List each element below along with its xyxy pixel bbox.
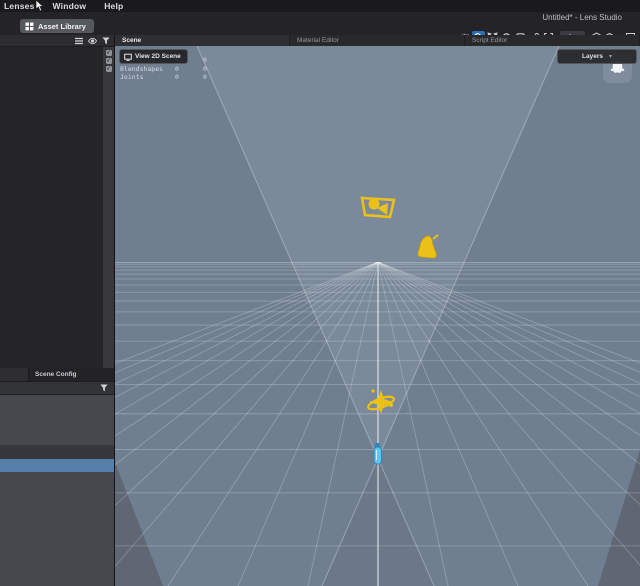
left-panel: ✓ ✓ ✓ Scene Config <box>0 35 115 586</box>
asset-library-label: Asset Library <box>38 21 86 31</box>
asset-library-button[interactable]: Asset Library <box>20 19 94 33</box>
screen-icon <box>124 53 132 61</box>
layers-dropdown[interactable]: Layers ▾ <box>557 49 637 64</box>
scene-viewport[interactable]: View 2D Scene Layers ▾ Triangles00 Blend… <box>115 46 640 586</box>
title-bar: Untitled* - Lens Studio Asset Library <box>0 12 640 44</box>
funnel-icon[interactable] <box>100 384 108 392</box>
objects-panel-header <box>0 35 114 47</box>
scene-config-tab[interactable]: Scene Config <box>0 368 114 381</box>
tab-material-editor[interactable]: Material Editor <box>290 35 465 46</box>
lens-studio-window: Lenses Window Help Untitled* - Lens Stud… <box>0 0 640 586</box>
row-toggle-checkbox-icon[interactable]: ✓ <box>105 66 112 72</box>
menu-lenses[interactable]: Lenses <box>4 1 35 11</box>
list-menu-icon[interactable] <box>75 37 83 45</box>
menu-help[interactable]: Help <box>104 1 123 11</box>
selected-item-row[interactable] <box>0 459 114 472</box>
eye-icon[interactable] <box>88 37 97 45</box>
chevron-down-icon: ▾ <box>608 54 612 60</box>
objects-panel-toggle-strip: ✓ ✓ ✓ <box>103 47 114 368</box>
3d-scene-canvas[interactable] <box>115 46 640 586</box>
scene-config-section-divider <box>0 445 114 459</box>
menu-window[interactable]: Window <box>53 1 87 11</box>
stat-row: Joints 0 0 <box>120 73 207 81</box>
window-title: Untitled* - Lens Studio <box>542 13 622 22</box>
menu-bar: Lenses Window Help <box>0 0 640 12</box>
mouse-cursor-icon <box>35 0 44 12</box>
view-2d-scene-label: View 2D Scene <box>135 53 181 60</box>
tab-script-editor[interactable]: Script Editor <box>465 35 640 46</box>
row-toggle-checkbox-icon[interactable]: ✓ <box>105 58 112 64</box>
layers-label: Layers <box>582 53 603 60</box>
stat-row: Blendshapes 0 0 <box>120 64 207 73</box>
scene-config-filter-row <box>0 381 114 395</box>
editor-tab-bar: Scene Material Editor Script Editor <box>115 35 640 46</box>
scene-config-label: Scene Config <box>35 371 77 378</box>
scene-config-body[interactable] <box>0 395 114 586</box>
scene-config-tab-stub <box>0 368 29 381</box>
tab-scene[interactable]: Scene <box>115 35 290 46</box>
row-toggle-checkbox-icon[interactable]: ✓ <box>105 50 112 56</box>
filter-icon[interactable] <box>102 37 110 45</box>
objects-panel-list[interactable] <box>0 47 103 368</box>
grid-icon <box>25 22 34 30</box>
view-2d-scene-button[interactable]: View 2D Scene <box>119 49 188 64</box>
